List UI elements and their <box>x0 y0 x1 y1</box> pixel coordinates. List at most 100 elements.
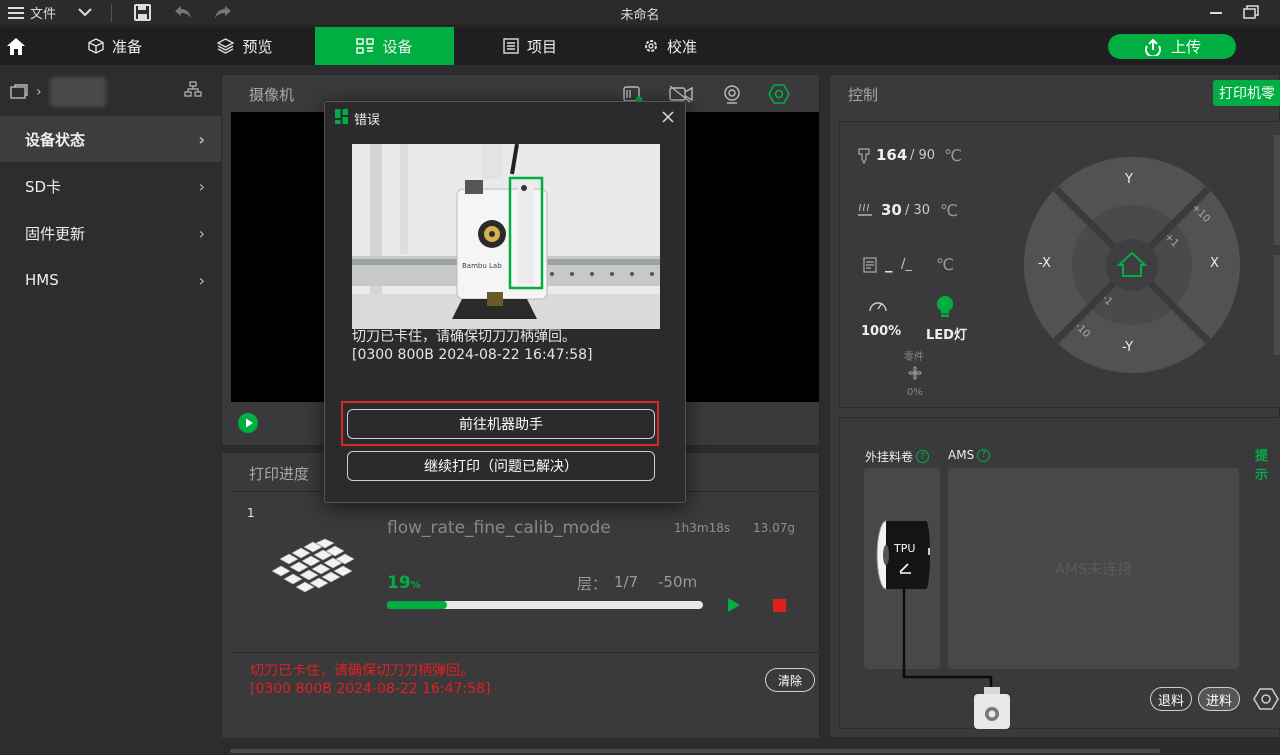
window-title: 未命名 <box>620 8 660 23</box>
play-icon[interactable] <box>238 413 258 433</box>
layer-label: 层： <box>577 575 608 593</box>
list-icon <box>503 38 519 54</box>
webcam-icon[interactable] <box>722 84 742 104</box>
cube-icon <box>88 38 104 54</box>
nozzle-target: / 90 <box>910 148 936 163</box>
extruder-icon <box>974 687 1010 729</box>
dialog-title: 错误 <box>354 113 381 128</box>
close-icon[interactable] <box>662 111 674 123</box>
tpu-label: TPU <box>894 542 916 555</box>
minimize-icon[interactable] <box>1210 12 1222 14</box>
printer-name-blurred <box>49 77 106 107</box>
ams-label: AMS <box>948 448 975 462</box>
help-icon[interactable]: ? <box>977 448 991 462</box>
sidebar-item-hms[interactable]: HMS › <box>0 257 221 303</box>
settings-hex-icon[interactable] <box>768 83 790 105</box>
speed-gauge-icon[interactable] <box>868 297 888 313</box>
edit-pencil-icon[interactable] <box>897 559 913 575</box>
clear-button[interactable]: 清除 <box>765 668 815 692</box>
home-icon[interactable] <box>6 37 26 56</box>
speed-value: 100% <box>861 324 902 339</box>
sidebar-item-label: SD卡 <box>25 177 62 196</box>
resume-print-button[interactable]: 继续打印（问题已解决） <box>347 451 655 481</box>
scroll-tab <box>1274 255 1280 355</box>
tab-calibration[interactable]: 校准 <box>615 27 725 65</box>
help-icon[interactable]: ? <box>916 450 930 463</box>
bed-temp: 30 <box>881 201 902 219</box>
temp-unit: ℃ <box>940 201 958 220</box>
network-icon[interactable] <box>184 81 202 97</box>
chamber-icon <box>863 257 877 273</box>
tab-label: 项目 <box>526 37 557 56</box>
temp-unit: ℃ <box>944 146 962 165</box>
error-code: [0300 800B 2024-08-22 16:47:58] <box>250 681 491 697</box>
restore-icon[interactable] <box>1243 5 1259 19</box>
dialog-message-text: 切刀已卡住，请确保切刀刀柄弹回。 <box>352 329 576 345</box>
horizontal-scrollbar[interactable] <box>230 749 1160 753</box>
sidebar-item-firmware[interactable]: 固件更新 › <box>0 210 221 256</box>
chevron-right-icon: › <box>198 270 205 290</box>
load-button[interactable]: 进料 <box>1198 687 1240 711</box>
tab-label: 准备 <box>111 37 142 56</box>
layers-icon <box>217 38 235 54</box>
error-illustration: Bambu Lab <box>352 144 660 329</box>
ams-settings-icon[interactable] <box>1253 687 1279 711</box>
stop-icon[interactable] <box>773 599 786 612</box>
part-fan-label: 零件 <box>904 352 924 363</box>
fan-icon[interactable] <box>905 363 925 383</box>
tab-prepare[interactable]: 准备 <box>60 27 170 65</box>
upload-button[interactable]: 上传 <box>1108 34 1236 59</box>
chevron-right-icon: › <box>198 223 205 243</box>
sidebar-item-label: 设备状态 <box>25 130 86 149</box>
chamber-target: /_ <box>901 257 912 272</box>
external-spool-header: 外挂料卷 ? <box>865 448 930 465</box>
progress-percent: 19% <box>387 573 421 593</box>
toolhead-photo: Bambu Lab <box>352 144 660 329</box>
main-tab-bar: 准备 预览 设备 项目 校准 上传 <box>0 27 1280 65</box>
jog-y-up[interactable]: Y <box>1125 172 1133 187</box>
progress-bar-fill <box>387 601 448 609</box>
progress-title: 打印进度 <box>249 465 310 483</box>
remaining-time: -50m <box>658 573 698 591</box>
percent-value: 19 <box>387 573 411 593</box>
resume-icon[interactable] <box>727 598 741 612</box>
printer-icon <box>10 84 28 99</box>
jog-y-down[interactable]: -Y <box>1122 340 1133 355</box>
scroll-tab <box>1274 135 1280 245</box>
led-label: LED灯 <box>926 328 967 343</box>
filament-weight: 13.07g <box>753 521 795 535</box>
sidebar-item-label: 固件更新 <box>25 224 86 243</box>
plate-number: 1 <box>247 506 255 520</box>
sidebar: › 设备状态 › SD卡 › 固件更新 › HMS › <box>0 65 221 755</box>
device-icon <box>356 38 375 54</box>
camera-title: 摄像机 <box>249 86 295 104</box>
error-text: 切刀已卡住，请确保切刀刀柄弹回。 <box>250 663 474 679</box>
tab-preview[interactable]: 预览 <box>190 27 300 65</box>
title-bar: 文件 未命名 <box>0 0 1280 26</box>
ams-header: AMS ? <box>948 448 991 462</box>
nozzle-icon <box>858 148 870 164</box>
sidebar-item-sd-card[interactable]: SD卡 › <box>0 163 221 209</box>
nozzle-temp: 164 <box>876 146 908 164</box>
tab-project[interactable]: 项目 <box>475 27 585 65</box>
ams-status: AMS未连接 <box>1054 560 1133 578</box>
spool-icon[interactable] <box>874 515 930 595</box>
hint-link[interactable]: 提示 <box>1255 445 1279 483</box>
tab-device[interactable]: 设备 <box>315 27 454 65</box>
sidebar-item-device-status[interactable]: 设备状态 › <box>0 116 221 162</box>
tab-label: 预览 <box>242 37 273 56</box>
lightbulb-icon[interactable] <box>935 295 955 319</box>
gear-icon <box>644 40 657 52</box>
print-part-button[interactable]: 打印机零 <box>1213 80 1280 106</box>
part-fan-value: 0% <box>907 387 923 398</box>
printer-selector[interactable]: › <box>10 77 106 107</box>
jog-x-left[interactable]: -X <box>1038 256 1051 271</box>
temp-unit: ℃ <box>936 255 954 274</box>
jog-x-right[interactable]: X <box>1210 256 1219 271</box>
file-name: flow_rate_fine_calib_mode <box>387 518 611 538</box>
tab-label: 校准 <box>666 37 697 56</box>
go-to-assistant-button[interactable]: 前往机器助手 <box>347 409 655 439</box>
chevron-right-icon: › <box>198 129 205 149</box>
chamber-temp: _ <box>885 255 893 273</box>
unload-button[interactable]: 退料 <box>1150 687 1192 711</box>
